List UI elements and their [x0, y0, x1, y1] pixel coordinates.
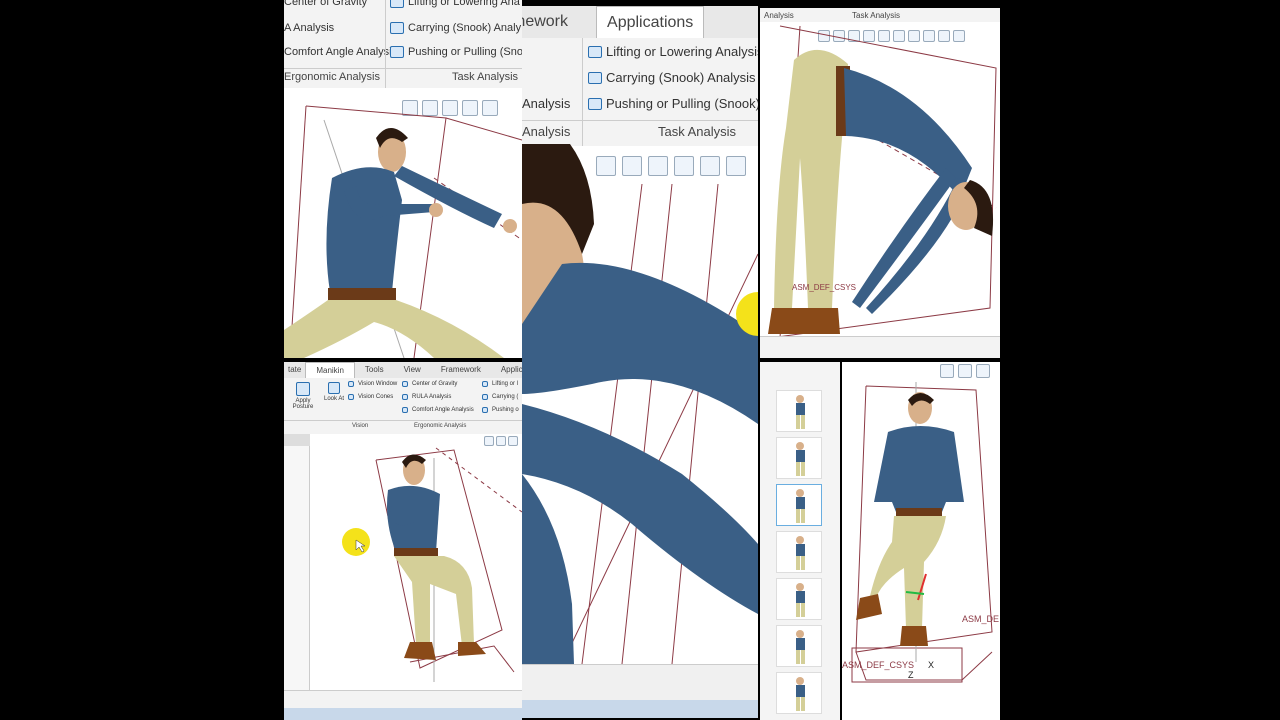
panel-center: Framework Applications Analysis Lifting … [522, 6, 758, 718]
panel-bottom-right: ASM_DEF_CSYS ASM_DE X Z [842, 362, 1000, 720]
group-task-analysis: Task Analysis [658, 124, 737, 139]
manikin-torso [874, 426, 964, 512]
posture-thumbnail[interactable] [776, 578, 822, 620]
tab-applications[interactable]: Applications [596, 6, 705, 38]
lifting-icon [588, 45, 602, 58]
manikin-view-1 [284, 105, 522, 358]
posture-thumbnail[interactable] [776, 437, 822, 479]
posture-thumbnail[interactable] [776, 672, 822, 714]
manikin-torso [326, 167, 402, 292]
axis-x-label: X [928, 660, 934, 670]
ribbon-item-carrying[interactable]: Carrying (Snook) Analysis [588, 70, 756, 85]
ribbon-item-pushing[interactable]: Pushing or Pulling (Snook) A [588, 96, 758, 111]
ribbon-item-partial-analysis[interactable]: Analysis [522, 96, 570, 111]
posture-gallery [760, 362, 840, 720]
manikin-legs [284, 300, 504, 358]
csys-label: ASM_DEF_CSYS [842, 660, 914, 670]
csys-label-right: ASM_DE [962, 614, 999, 624]
posture-thumbnail[interactable] [776, 484, 822, 526]
csys-label: ASM_DEF_CSYS [792, 283, 856, 292]
ribbon-tabs: Framework Applications [522, 6, 758, 38]
cart-icon [588, 97, 602, 110]
manikin-closeup [522, 144, 758, 664]
posture-thumbnail[interactable] [776, 625, 822, 667]
manikin-arm-upper [522, 262, 758, 424]
panel-top-right: Analysis Task Analysis ASM_DEF_CSYS [760, 8, 1000, 358]
carrying-icon [588, 71, 602, 84]
panel-top-left: Center of Gravity A Analysis Comfort Ang… [284, 0, 522, 358]
posture-thumbnail[interactable] [776, 531, 822, 573]
manikin-view-4 [342, 447, 522, 682]
panel-bottom-left: tate Manikin Tools View Framework Applic… [284, 362, 522, 720]
ribbon: Analysis Lifting or Lowering Analysis Ca… [522, 38, 758, 146]
posture-thumbnail[interactable] [776, 390, 822, 432]
axis-z-label: Z [908, 670, 914, 680]
manikin-view-6: ASM_DEF_CSYS ASM_DE X Z [842, 382, 999, 683]
manikin-view-3: ASM_DEF_CSYS [768, 25, 997, 339]
ribbon-item-lifting[interactable]: Lifting or Lowering Analysis [588, 44, 758, 59]
tab-framework[interactable]: Framework [522, 6, 578, 38]
group-analysis: Analysis [522, 124, 571, 139]
